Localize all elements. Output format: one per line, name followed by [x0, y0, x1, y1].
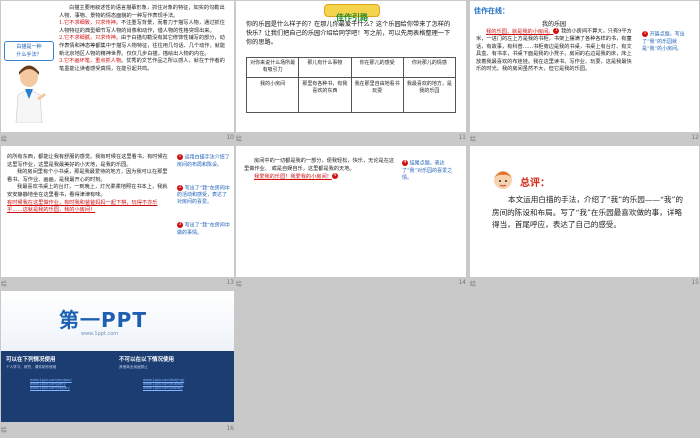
slide-14[interactable]: 房间中的一切都是我的一部分，便我轻松，快乐，无论是在这里做作业、 或是自娱自乐，… [236, 146, 466, 277]
boy-avatar-icon [494, 171, 512, 189]
caption-10-left: 绘 [1, 136, 8, 143]
s10-p3-label: 2.它不求细腻，只求传神。 [59, 35, 122, 42]
s16-col1-sub: 个人学习、研究，课件制作使用 [6, 365, 57, 369]
s13-body2: 我的房间里有个小书桌，那是我最爱待的地方，因为我可以在那里看书、写作业、画画，是… [7, 169, 168, 183]
s12-callout-wrap: 1 开篇点题，写出了“我”的乐园就是“我”的小房间。 [642, 31, 695, 53]
caption-16-num: 16 [226, 425, 234, 432]
s16-logo: 第一PPT [59, 308, 147, 332]
s14-note: 结尾点题，表达了“我”对乐园的喜爱之情。 [402, 160, 453, 181]
s11-intro: 你的乐园是什么样子的？在那儿你最爱干什么？这个乐园给你带来了怎样的快乐？让我们把… [246, 21, 451, 46]
s14-badge: 4 [331, 173, 338, 180]
slide-10[interactable]: 白描主要用叙述性的语言描摹形象，抓住对象的特征，如实的勾勒出人物、事物、景物的情… [1, 1, 234, 132]
s11-td-1: 那里有各种书，有我喜欢的东西 [299, 78, 352, 112]
s13-body1: 的所有东西，都能让我有舒服的感觉。我有时候在这里看书，有时候在这里写作业，这里是… [7, 154, 168, 168]
caption-10: 绘 10 [1, 133, 234, 143]
caption-16-left: 绘 [1, 427, 8, 434]
s14-line2: 或是自娱自乐，这里都是我的天地。 [271, 165, 355, 172]
s11-th-3: 你对那儿的情感 [411, 60, 447, 66]
s13-notes: 1 运用白描手法介绍了房间的布局和陈设。 2 写出了“我”在房间中的活动和感受，… [177, 154, 231, 237]
s12-essay-title: 我的乐园 [542, 21, 567, 28]
caption-15-left: 绘 [470, 281, 477, 288]
caption-15-num: 15 [691, 279, 699, 286]
caption-13-left: 绘 [1, 281, 8, 288]
s16-col2-sub: 其他商业用途禁止 [119, 365, 148, 369]
s11-title-banner: 佳作引路 [324, 4, 380, 22]
s12-heading: 佳作在线： [474, 7, 509, 15]
s14-closing: 我爱我的乐园！我爱我的小房间！ [254, 173, 332, 180]
s16-link-5[interactable]: www.1ppt.com/xiazai/ [119, 386, 229, 390]
caption-10-num: 10 [226, 134, 234, 141]
s16-col-1: 可以在下列情况使用 个人学习、研究，课件制作使用 www.1ppt.com/mo… [6, 355, 114, 390]
s13-note-3-text: 写出了“我”在房间中做的事情。 [177, 222, 230, 236]
caption-12-left: 绘 [470, 136, 477, 143]
caption-15: 绘 15 [470, 278, 699, 288]
slide-15[interactable]: 总评： 本文运用白描的手法，介绍了“我”的乐园——“我”的房间的陈设和布局。写了… [470, 146, 699, 277]
s11-th-1: 那儿有什么事物 [299, 58, 352, 77]
caption-12-num: 12 [691, 134, 699, 141]
s12-callout: 开篇点题，写出了“我”的乐园就是“我”的小房间。 [642, 31, 685, 52]
s15-text: 本文运用白描的手法，介绍了“我”的乐园——“我”的房间的陈设和布局。写了“我”在… [492, 195, 683, 229]
s14-note-badge: 4 [402, 160, 408, 166]
s11-th-0: 对你来说什么场所最有吸引力 [247, 58, 300, 77]
s12-first-line: 我的乐园，就是我的小房间。 [486, 28, 554, 35]
s10-p2-label: 1.它不求细致，只求传神。 [59, 20, 122, 27]
teacher-illustration [15, 65, 46, 123]
s11-td-2: 我在那里自由地看书玩耍 [352, 78, 404, 112]
s10-p4-label: 3.它不画坏笔，重点抓人物 [59, 58, 122, 65]
s10-callout-line2: 什么手法？ [16, 52, 42, 58]
s16-col2-title: 不可以在以下情况使用 [119, 357, 175, 363]
s11-td-3: 我最喜欢的地方，是我的乐园 [406, 81, 452, 94]
caption-14: 绘 14 [236, 278, 466, 288]
s13-note-3: 3 写出了“我”在房间中做的事情。 [177, 222, 231, 237]
s16-info-panel: 可以在下列情况使用 个人学习、研究，课件制作使用 www.1ppt.com/mo… [1, 351, 234, 422]
slide-13[interactable]: 的所有东西，都能让我有舒服的感觉。我有时候在这里看书，有时候在这里写作业，这里是… [1, 146, 234, 277]
s11-td-0: 我的小房间 [247, 78, 300, 112]
s13-note-1: 1 运用白描手法介绍了房间的布局和陈设。 [177, 154, 231, 169]
s13-note-3-badge: 3 [177, 222, 183, 228]
s14-note-wrap: 4 结尾点题，表达了“我”对乐园的喜爱之情。 [402, 160, 460, 182]
s12-body: 我的小房间不算大，只有9平方米，一进门的左上方是我的书柜，书架上摆满了各种各样的… [476, 28, 632, 73]
caption-13-num: 13 [226, 279, 234, 286]
caption-11-num: 11 [458, 134, 466, 141]
caption-11: 绘 11 [236, 133, 466, 143]
s10-para1: 白描主要用叙述性的语言描摹形象，抓住对象的特征，如实的勾勒出人物、事物、景物的情… [59, 5, 225, 19]
s13-note-2: 2 写出了“我”在房间中的活动和感受，表达了对房间的喜爱。 [177, 184, 231, 207]
s16-banner: 第一PPT www.1ppt.com [1, 291, 234, 351]
slide-16[interactable]: 第一PPT www.1ppt.com 可以在下列情况使用 个人学习、研究，课件制… [1, 291, 234, 422]
s10-callout-line1: 白描是一种 [16, 44, 42, 50]
slide-11[interactable]: 佳作引路 你的乐园是什么样子的？在那儿你最爱干什么？这个乐园给你带来了怎样的快乐… [236, 1, 466, 132]
s15-label: 总评： [520, 178, 550, 189]
s13-note-1-text: 运用白描手法介绍了房间的布局和陈设。 [177, 154, 230, 168]
caption-13: 绘 13 [1, 278, 234, 288]
s12-badge: 1 [553, 28, 560, 34]
slide-12[interactable]: 佳作在线： 我的乐园 我的乐园，就是我的小房间。 1 我的小房间不算大，只有9平方… [470, 1, 699, 132]
s11-th-2: 你在那儿的感受 [352, 58, 404, 77]
caption-14-left: 绘 [236, 281, 243, 288]
caption-11-left: 绘 [236, 136, 243, 143]
s13-note-1-badge: 1 [177, 154, 183, 160]
s16-link-2[interactable]: www.1ppt.com/kejian/ [6, 386, 114, 390]
s16-col1-title: 可以在下列情况使用 [6, 357, 56, 363]
s13-note-2-text: 写出了“我”在房间中的活动和感受，表达了对房间的喜爱。 [177, 185, 230, 205]
s13-highlight: 有时候我在这里做作业，有时我和爸爸妈妈一起下棋，玩得不亦乐乎……这就是我的乐园，… [7, 199, 158, 214]
s13-note-2-badge: 2 [177, 184, 183, 191]
s11-table: 对你来说什么场所最有吸引力 那儿有什么事物 你在那儿的感受 你对那儿的情感 我的… [246, 57, 456, 113]
caption-12: 绘 12 [470, 133, 699, 143]
caption-16: 绘 16 [1, 424, 234, 434]
s16-col-2: 不可以在以下情况使用 其他商业用途禁止 www.1ppt.com/beijing… [119, 355, 229, 390]
s12-callout-badge: 1 [642, 31, 648, 37]
caption-14-num: 14 [458, 279, 466, 286]
s13-body3: 我最喜欢书桌上的台灯，一到晚上，灯光柔柔地照在书本上，我就安安静静地坐在这里看书… [7, 184, 168, 198]
s10-callout: 白描是一种 什么手法？ [4, 41, 54, 61]
s16-logo-sub: www.1ppt.com [81, 331, 119, 337]
